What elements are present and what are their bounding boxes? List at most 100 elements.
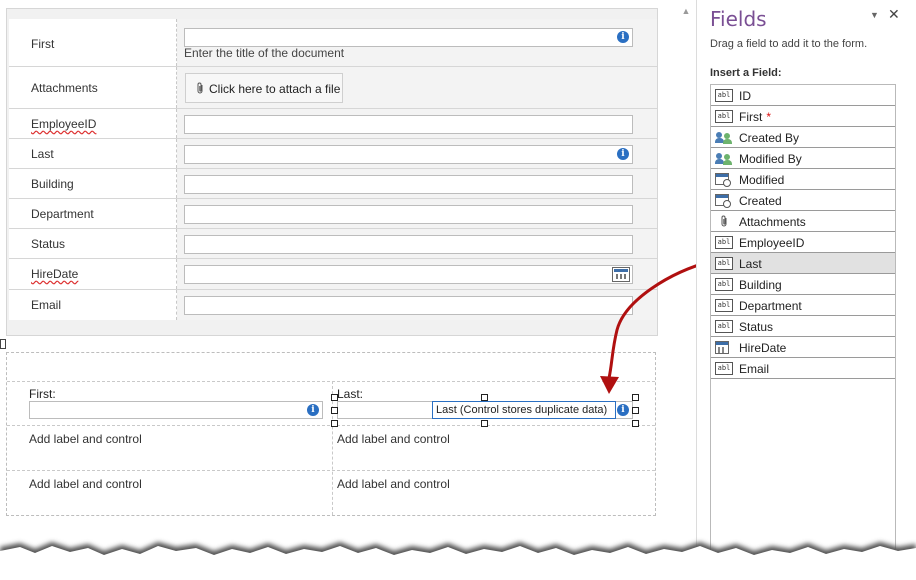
field-name: Created By <box>739 131 800 145</box>
field-name: EmployeeID <box>739 236 805 250</box>
add-label-control-link[interactable]: Add label and control <box>337 477 450 491</box>
form-row-department: Department <box>9 199 657 229</box>
hiredate-input[interactable] <box>184 265 633 284</box>
field-item-email[interactable]: abl Email <box>711 358 895 379</box>
required-marker: * <box>766 110 771 124</box>
field-label-employeeid: EmployeeID <box>31 117 97 131</box>
person-field-icon <box>715 152 733 165</box>
field-label-first: First <box>31 37 55 51</box>
attach-file-button[interactable]: Click here to attach a file <box>185 73 343 103</box>
form-row-attachments: Attachments Click here to attach a file <box>9 67 657 109</box>
pane-description: Drag a field to add it to the form. <box>710 38 868 50</box>
calendar-field-icon <box>715 341 729 354</box>
field-name: HireDate <box>739 341 787 355</box>
scroll-up-icon[interactable]: ▲ <box>679 6 693 18</box>
field-item-modified-by[interactable]: Modified By <box>711 148 895 169</box>
section-marker[interactable] <box>0 339 6 349</box>
resize-handle[interactable] <box>331 394 338 401</box>
field-label-building: Building <box>31 177 74 191</box>
field-item-id[interactable]: abl ID <box>711 85 895 106</box>
field-name: Created <box>739 194 782 208</box>
field-item-attachments[interactable]: Attachments <box>711 211 895 232</box>
add-label-control-link[interactable]: Add label and control <box>337 432 450 446</box>
field-item-created[interactable]: Created <box>711 190 895 211</box>
first-input[interactable]: i <box>184 28 633 47</box>
datetime-field-icon <box>715 194 731 208</box>
pane-title: Fields <box>710 7 767 31</box>
field-label-department: Department <box>31 207 94 221</box>
field-label-status: Status <box>31 237 66 251</box>
field-name: Last <box>739 257 762 271</box>
add-label-control-link[interactable]: Add label and control <box>29 432 142 446</box>
text-field-icon: abl <box>715 110 733 123</box>
insert-field-heading: Insert a Field: <box>710 67 782 79</box>
resize-handle[interactable] <box>331 407 338 414</box>
field-name: Attachments <box>739 215 806 229</box>
info-icon[interactable]: i <box>617 404 629 416</box>
last-input[interactable]: i <box>184 145 633 164</box>
employeeid-input[interactable] <box>184 115 633 134</box>
field-name: Modified <box>739 173 785 187</box>
last-control-tooltip: Last (Control stores duplicate data) <box>432 401 616 419</box>
resize-handle[interactable] <box>632 394 639 401</box>
field-item-last[interactable]: abl Last <box>711 253 895 274</box>
email-input[interactable] <box>184 296 633 315</box>
field-item-employeeid[interactable]: abl EmployeeID <box>711 232 895 253</box>
field-name: Email <box>739 362 770 376</box>
field-item-department[interactable]: abl Department <box>711 295 895 316</box>
field-name: Building <box>739 278 782 292</box>
add-label-control-link[interactable]: Add label and control <box>29 477 142 491</box>
pane-menu-icon[interactable]: ▼ <box>870 10 879 20</box>
last-label: Last: <box>337 387 364 401</box>
field-name: ID <box>739 89 751 103</box>
form-canvas: First i Enter the title of the document … <box>0 0 696 580</box>
field-name: Modified By <box>739 152 802 166</box>
field-label-email: Email <box>31 298 62 312</box>
calendar-icon[interactable] <box>612 267 630 282</box>
field-item-first[interactable]: abl First * <box>711 106 895 127</box>
field-label-attachments: Attachments <box>31 81 98 95</box>
torn-edge-decoration <box>0 542 916 580</box>
field-list: abl ID abl First * Created By Modified By… <box>710 84 896 580</box>
close-icon[interactable]: ✕ <box>888 6 900 23</box>
field-name: First <box>739 110 763 124</box>
text-field-icon: abl <box>715 89 733 102</box>
form-row-hiredate: HireDate <box>9 259 657 290</box>
text-field-icon: abl <box>715 299 733 312</box>
building-input[interactable] <box>184 175 633 194</box>
form-row-last: Last i <box>9 139 657 169</box>
info-icon[interactable]: i <box>617 148 629 160</box>
field-item-status[interactable]: abl Status <box>711 316 895 337</box>
field-item-modified[interactable]: Modified <box>711 169 895 190</box>
form-row-employeeid: EmployeeID <box>9 109 657 139</box>
attach-file-label: Click here to attach a file <box>209 82 341 96</box>
text-field-icon: abl <box>715 362 733 375</box>
field-item-hiredate[interactable]: HireDate <box>711 337 895 358</box>
resize-handle[interactable] <box>331 420 338 427</box>
field-name: Department <box>739 299 802 313</box>
form-row-email: Email <box>9 290 657 320</box>
resize-handle[interactable] <box>481 394 488 401</box>
department-input[interactable] <box>184 205 633 224</box>
field-label-last: Last <box>31 147 54 161</box>
first-label: First: <box>29 387 56 401</box>
resize-handle[interactable] <box>632 407 639 414</box>
status-input[interactable] <box>184 235 633 254</box>
text-field-icon: abl <box>715 320 733 333</box>
first-control[interactable]: i <box>29 401 323 419</box>
field-item-building[interactable]: abl Building <box>711 274 895 295</box>
info-icon[interactable]: i <box>307 404 319 416</box>
form-row-status: Status <box>9 229 657 259</box>
field-item-created-by[interactable]: Created By <box>711 127 895 148</box>
first-hint-text: Enter the title of the document <box>184 46 345 60</box>
text-field-icon: abl <box>715 278 733 291</box>
resize-handle[interactable] <box>632 420 639 427</box>
fields-pane: Fields ▼ ✕ Drag a field to add it to the… <box>696 0 916 580</box>
form-row-first: First i Enter the title of the document <box>9 19 657 67</box>
info-icon[interactable]: i <box>617 31 629 43</box>
field-label-hiredate: HireDate <box>31 267 79 281</box>
paperclip-icon <box>196 82 205 98</box>
form-row-building: Building <box>9 169 657 199</box>
person-field-icon <box>715 131 733 144</box>
resize-handle[interactable] <box>481 420 488 427</box>
